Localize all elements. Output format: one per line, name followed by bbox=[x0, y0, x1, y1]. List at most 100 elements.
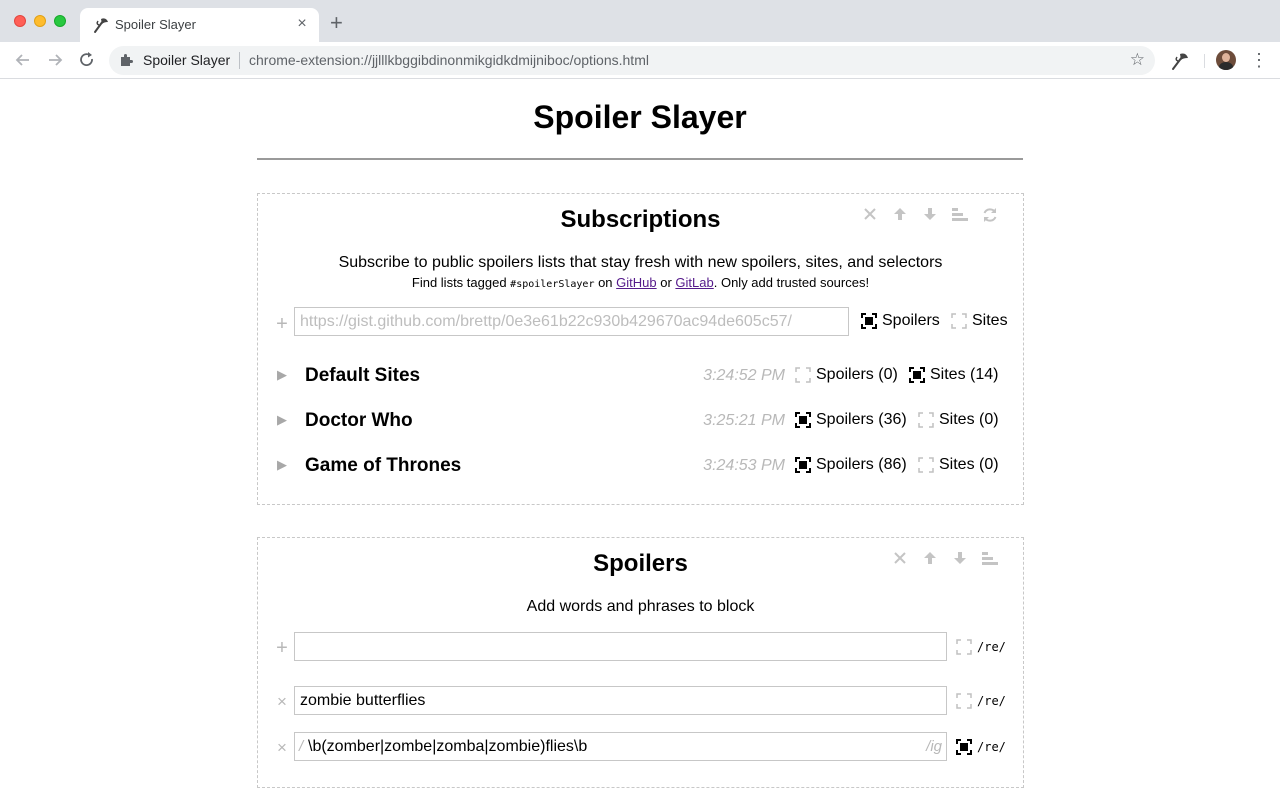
add-subscription-plus-icon[interactable]: + bbox=[274, 314, 290, 334]
subscriptions-panel: Subscriptions Subscribe to public spoile… bbox=[257, 193, 1024, 505]
regex-flags: /ig bbox=[926, 738, 942, 755]
close-icon[interactable] bbox=[859, 204, 881, 226]
spoilers-panel: Spoilers Add words and phrases to block … bbox=[257, 537, 1024, 788]
regex-label: /re/ bbox=[977, 740, 1006, 754]
subscription-sites-checkbox[interactable]: Sites (0) bbox=[918, 456, 999, 474]
github-link[interactable]: GitHub bbox=[616, 275, 656, 290]
title-divider bbox=[257, 158, 1023, 160]
window-minimize-button[interactable] bbox=[34, 15, 46, 27]
checkbox-checked-icon bbox=[861, 313, 877, 329]
checkbox-unchecked-icon bbox=[795, 367, 811, 383]
omnibox-extension-name: Spoiler Slayer bbox=[143, 52, 231, 68]
checkbox-checked-icon bbox=[795, 457, 811, 473]
checkbox-label: Spoilers (86) bbox=[816, 456, 907, 473]
subscription-sites-checkbox[interactable]: Sites (0) bbox=[918, 411, 999, 429]
gitlab-link[interactable]: GitLab bbox=[675, 275, 713, 290]
menu-dots-icon[interactable]: ⋮ bbox=[1250, 51, 1268, 69]
subscription-time: 3:24:52 PM bbox=[703, 367, 785, 384]
subscription-spoilers-checkbox[interactable]: Spoilers (0) bbox=[795, 366, 898, 384]
sort-bars-icon[interactable] bbox=[949, 204, 971, 226]
forward-arrow-icon[interactable] bbox=[45, 50, 65, 70]
arrow-up-icon[interactable] bbox=[889, 204, 911, 226]
checkbox-label: Spoilers (0) bbox=[816, 366, 898, 383]
checkbox-unchecked-icon bbox=[918, 457, 934, 473]
arrow-down-icon[interactable] bbox=[949, 548, 971, 570]
checkbox-label: Sites (0) bbox=[939, 456, 999, 473]
subscription-url-input[interactable] bbox=[294, 307, 849, 336]
subscription-row: ▶ Doctor Who 3:25:21 PM Spoilers (36) Si… bbox=[258, 405, 1023, 435]
axe-extension-icon[interactable] bbox=[1170, 51, 1190, 71]
subscriptions-hint: Find lists tagged #spoilerSlayer on GitH… bbox=[258, 275, 1023, 290]
new-tab-button[interactable]: + bbox=[330, 12, 343, 34]
back-arrow-icon[interactable] bbox=[13, 50, 33, 70]
sort-bars-icon[interactable] bbox=[979, 548, 1001, 570]
subscriptions-description: Subscribe to public spoilers lists that … bbox=[338, 254, 943, 271]
bookmark-star-icon[interactable]: ☆ bbox=[1130, 50, 1145, 70]
axe-icon bbox=[94, 18, 108, 33]
subscription-spoilers-checkbox[interactable]: Spoilers (86) bbox=[795, 456, 907, 474]
checkbox-label: Sites bbox=[972, 312, 1008, 329]
subscription-row: ▶ Default Sites 3:24:52 PM Spoilers (0) … bbox=[258, 360, 1023, 390]
arrow-down-icon[interactable] bbox=[919, 204, 941, 226]
new-spoiler-regex-checkbox[interactable]: /re/ bbox=[956, 639, 1006, 655]
tab-close-icon[interactable]: × bbox=[294, 15, 310, 33]
expand-triangle-icon[interactable]: ▶ bbox=[277, 367, 287, 383]
browser-toolbar: Spoiler Slayer chrome-extension://jjlllk… bbox=[0, 42, 1280, 79]
checkbox-checked-icon bbox=[795, 412, 811, 428]
expand-triangle-icon[interactable]: ▶ bbox=[277, 412, 287, 428]
checkbox-checked-icon bbox=[956, 739, 972, 755]
regex-label: /re/ bbox=[977, 640, 1006, 654]
new-subscription-sites-checkbox[interactable]: Sites bbox=[951, 312, 1008, 330]
checkbox-label: Spoilers bbox=[882, 312, 940, 329]
subscription-row: ▶ Game of Thrones 3:24:53 PM Spoilers (8… bbox=[258, 450, 1023, 480]
hint-on: on bbox=[594, 275, 617, 290]
new-spoiler-input[interactable] bbox=[294, 632, 947, 661]
spoiler-regex-checkbox[interactable]: /re/ bbox=[956, 693, 1006, 709]
subscription-spoilers-checkbox[interactable]: Spoilers (36) bbox=[795, 411, 907, 429]
refresh-icon[interactable] bbox=[979, 204, 1001, 226]
regex-open-slash: / bbox=[299, 738, 304, 755]
close-icon[interactable] bbox=[889, 548, 911, 570]
subscription-name: Game of Thrones bbox=[305, 455, 462, 476]
checkbox-checked-icon bbox=[909, 367, 925, 383]
checkbox-unchecked-icon bbox=[956, 693, 972, 709]
browser-tab-bar: Spoiler Slayer × + bbox=[0, 0, 1280, 42]
profile-avatar[interactable] bbox=[1216, 50, 1236, 70]
subscription-sites-checkbox[interactable]: Sites (14) bbox=[909, 366, 998, 384]
omnibox-separator bbox=[239, 52, 240, 69]
new-subscription-spoilers-checkbox[interactable]: Spoilers bbox=[861, 312, 940, 330]
spoilers-toolbar bbox=[889, 548, 1001, 570]
spoiler-regex-input[interactable]: / \b(zomber|zombe|zomba|zombie)flies\b /… bbox=[294, 732, 947, 761]
remove-spoiler-icon[interactable]: × bbox=[274, 739, 290, 756]
hint-tag: #spoilerSlayer bbox=[510, 279, 595, 290]
spoiler-regex-checkbox[interactable]: /re/ bbox=[956, 739, 1006, 755]
hint-or: or bbox=[656, 275, 676, 290]
puzzle-icon bbox=[121, 54, 133, 66]
hint-suffix: . Only add trusted sources! bbox=[713, 275, 870, 290]
reload-icon[interactable] bbox=[77, 50, 97, 70]
subscription-name: Doctor Who bbox=[305, 410, 413, 431]
subscriptions-toolbar bbox=[859, 204, 1001, 226]
regex-label: /re/ bbox=[977, 694, 1006, 708]
checkbox-unchecked-icon bbox=[956, 639, 972, 655]
address-bar[interactable]: Spoiler Slayer chrome-extension://jjlllk… bbox=[109, 46, 1155, 75]
omnibox-url[interactable]: chrome-extension://jjlllkbggibdinonmikgi… bbox=[249, 52, 649, 68]
remove-spoiler-icon[interactable]: × bbox=[274, 693, 290, 710]
page-title: Spoiler Slayer bbox=[533, 99, 747, 135]
subscription-name: Default Sites bbox=[305, 365, 421, 386]
checkbox-label: Spoilers (36) bbox=[816, 411, 907, 428]
window-close-button[interactable] bbox=[14, 15, 26, 27]
spoiler-input[interactable] bbox=[294, 686, 947, 715]
browser-tab[interactable]: Spoiler Slayer × bbox=[80, 8, 319, 42]
regex-pattern: \b(zomber|zombe|zomba|zombie)flies\b bbox=[308, 738, 588, 755]
subscription-time: 3:24:53 PM bbox=[703, 457, 785, 474]
arrow-up-icon[interactable] bbox=[919, 548, 941, 570]
checkbox-unchecked-icon bbox=[951, 313, 967, 329]
hint-prefix: Find lists tagged bbox=[411, 275, 511, 290]
checkbox-label: Sites (0) bbox=[939, 411, 999, 428]
checkbox-unchecked-icon bbox=[918, 412, 934, 428]
subscription-time: 3:25:21 PM bbox=[703, 412, 785, 429]
window-maximize-button[interactable] bbox=[54, 15, 66, 27]
add-spoiler-plus-icon[interactable]: + bbox=[274, 638, 290, 658]
expand-triangle-icon[interactable]: ▶ bbox=[277, 457, 287, 473]
